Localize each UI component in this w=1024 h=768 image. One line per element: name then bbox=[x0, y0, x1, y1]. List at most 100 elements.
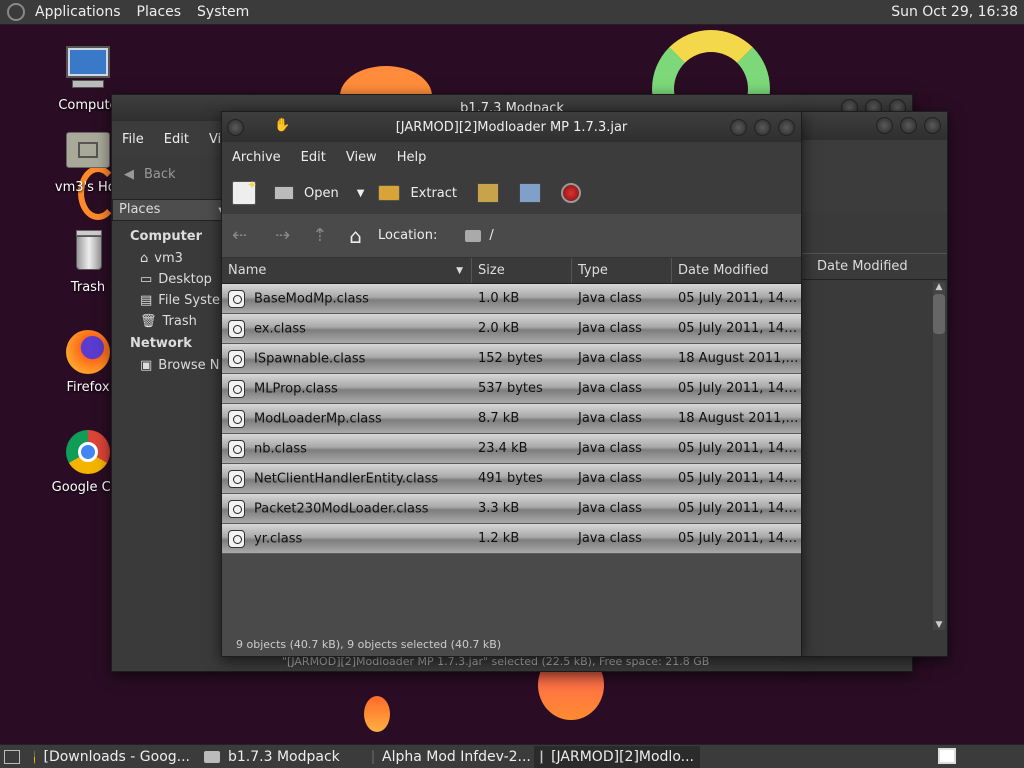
java-class-file-icon bbox=[228, 469, 245, 488]
task-jarmod[interactable]: [JARMOD][2]Modlo... bbox=[534, 745, 700, 768]
up-arrow-icon[interactable]: ⇡ bbox=[312, 225, 327, 246]
file-row[interactable]: BaseModMp.class 1.0 kB Java class 05 July 2… bbox=[222, 284, 801, 314]
java-class-file-icon bbox=[228, 289, 245, 308]
distro-logo-icon[interactable] bbox=[7, 3, 25, 21]
workspace-switcher[interactable] bbox=[938, 748, 956, 764]
scrollbar-thumb[interactable] bbox=[933, 294, 945, 334]
back-arrow-icon: ◀ bbox=[124, 166, 134, 182]
menu-view[interactable]: View bbox=[336, 150, 387, 165]
file-size-cell: 23.4 kB bbox=[478, 441, 528, 456]
minimize-button[interactable] bbox=[730, 119, 747, 136]
file-size-cell: 491 bytes bbox=[478, 471, 543, 486]
home-folder-icon bbox=[64, 128, 112, 176]
file-row[interactable]: yr.class 1.2 kB Java class 05 July 2011, 14… bbox=[222, 524, 801, 554]
sidebar-item-browse-network[interactable]: ▣ Browse N bbox=[112, 355, 222, 376]
home-icon[interactable]: ⌂ bbox=[349, 224, 362, 248]
menu-edit[interactable]: Edit bbox=[154, 132, 199, 147]
add-files-icon[interactable] bbox=[477, 183, 499, 203]
file-date-cell: 05 July 2011, 14:32 bbox=[678, 441, 801, 456]
places-dropdown[interactable]: Places ▼ bbox=[112, 199, 226, 221]
sidebar-item-desktop[interactable]: ▭ Desktop bbox=[112, 269, 222, 290]
file-name-cell: ex.class bbox=[222, 319, 472, 338]
column-header-date[interactable]: Date Modified bbox=[672, 258, 801, 283]
file-row[interactable]: ModLoaderMp.class 8.7 kB Java class 18 Augu… bbox=[222, 404, 801, 434]
location-path[interactable]: / bbox=[489, 228, 493, 243]
new-archive-button[interactable]: ✦ bbox=[232, 178, 257, 205]
file-row[interactable]: nb.class 23.4 kB Java class 05 July 2011, 1… bbox=[222, 434, 801, 464]
java-class-file-icon bbox=[228, 409, 245, 428]
sidebar-item-trash[interactable]: 🗑 Trash bbox=[112, 311, 222, 332]
file-name-cell: nb.class bbox=[222, 439, 472, 458]
file-date-cell: 05 July 2011, 14:32 bbox=[678, 381, 801, 396]
archive-icon bbox=[540, 749, 544, 764]
minimize-button[interactable] bbox=[876, 117, 893, 134]
java-class-file-icon bbox=[228, 319, 245, 338]
show-desktop-icon[interactable] bbox=[4, 749, 20, 764]
archive-titlebar[interactable]: ✋ [JARMOD][2]Modloader MP 1.7.3.jar bbox=[222, 112, 801, 142]
column-header-name[interactable]: Name ▼ bbox=[222, 258, 472, 283]
scrollbar-up-arrow-icon[interactable]: ▲ bbox=[933, 282, 945, 292]
clock[interactable]: Sun Oct 29, 16:38 bbox=[891, 4, 1018, 20]
sidebar-item-filesystem[interactable]: ▤ File Syster bbox=[112, 290, 225, 311]
stop-icon[interactable] bbox=[561, 183, 581, 203]
file-type-cell: Java class bbox=[578, 351, 642, 366]
archive-background-titlebar[interactable] bbox=[801, 112, 947, 140]
home-icon: ⌂ bbox=[140, 251, 149, 266]
menu-system[interactable]: System bbox=[189, 4, 257, 20]
file-row[interactable]: Packet230ModLoader.class 3.3 kB Java class… bbox=[222, 494, 801, 524]
file-size-cell: 1.0 kB bbox=[478, 291, 520, 306]
computer-icon bbox=[64, 46, 112, 94]
sidebar-header-network: Network bbox=[130, 336, 192, 351]
menu-file[interactable]: File bbox=[112, 132, 154, 147]
back-arrow-icon[interactable]: ⇠ bbox=[232, 225, 247, 246]
task-modpack[interactable]: b1.7.3 Modpack bbox=[198, 746, 364, 768]
file-row[interactable]: ISpawnable.class 152 bytes Java class 18 Au… bbox=[222, 344, 801, 374]
location-label: Location: bbox=[377, 228, 438, 243]
menu-archive[interactable]: Archive bbox=[222, 150, 291, 165]
archive-window-background[interactable]: Date Modified ▲ ▼ bbox=[800, 111, 948, 657]
desktop-icon: ▭ bbox=[140, 272, 153, 287]
trash-icon bbox=[64, 228, 112, 276]
file-row[interactable]: MLProp.class 537 bytes Java class 05 July 2… bbox=[222, 374, 801, 404]
file-row[interactable]: ex.class 2.0 kB Java class 05 July 2011, 14… bbox=[222, 314, 801, 344]
scrollbar[interactable]: ▲ ▼ bbox=[933, 282, 945, 630]
file-date-cell: 05 July 2011, 14:32 bbox=[678, 471, 801, 486]
menu-help[interactable]: Help bbox=[387, 150, 437, 165]
maximize-button[interactable] bbox=[900, 117, 917, 134]
java-class-file-icon bbox=[228, 379, 245, 398]
column-header-type[interactable]: Type bbox=[572, 258, 672, 283]
forward-arrow-icon[interactable]: ⇢ bbox=[275, 225, 290, 246]
file-size-cell: 3.3 kB bbox=[478, 501, 520, 516]
column-header-size[interactable]: Size bbox=[472, 258, 572, 283]
add-folder-icon[interactable] bbox=[519, 183, 541, 203]
open-dropdown-arrow-icon[interactable]: ▼ bbox=[357, 188, 365, 199]
close-button[interactable] bbox=[778, 119, 795, 136]
task-downloads[interactable]: [Downloads - Goog... bbox=[28, 746, 196, 768]
bg-orange-drop bbox=[364, 696, 390, 732]
file-row[interactable]: NetClientHandlerEntity.class 491 bytes Jav… bbox=[222, 464, 801, 494]
menu-applications[interactable]: Applications bbox=[27, 4, 129, 20]
file-type-cell: Java class bbox=[578, 471, 642, 486]
menu-edit[interactable]: Edit bbox=[291, 150, 336, 165]
file-date-cell: 05 July 2011, 14:32 bbox=[678, 501, 801, 516]
sidebar-item-vm3[interactable]: ⌂ vm3 bbox=[112, 248, 222, 269]
task-alpha-mod[interactable]: Alpha Mod Infdev-2... bbox=[366, 746, 532, 768]
maximize-button[interactable] bbox=[754, 119, 771, 136]
archive-icon bbox=[372, 749, 374, 764]
file-type-cell: Java class bbox=[578, 501, 642, 516]
close-button[interactable] bbox=[924, 117, 941, 134]
back-button[interactable]: Back bbox=[144, 167, 176, 182]
file-size-cell: 2.0 kB bbox=[478, 321, 520, 336]
scrollbar-down-arrow-icon[interactable]: ▼ bbox=[933, 620, 945, 630]
archive-manager-window[interactable]: ✋ [JARMOD][2]Modloader MP 1.7.3.jar Arch… bbox=[221, 111, 802, 657]
extract-button[interactable]: Extract bbox=[378, 185, 457, 201]
file-name-cell: BaseModMp.class bbox=[222, 289, 472, 308]
java-class-file-icon bbox=[228, 439, 245, 458]
file-date-cell: 18 August 2011, 0... bbox=[678, 351, 801, 366]
column-header-date-modified[interactable]: Date Modified bbox=[801, 254, 947, 280]
open-button[interactable]: Open bbox=[274, 186, 339, 201]
window-title: [JARMOD][2]Modloader MP 1.7.3.jar bbox=[395, 119, 628, 135]
window-menu-button[interactable] bbox=[227, 119, 244, 136]
menu-places[interactable]: Places bbox=[129, 4, 190, 20]
archive-background-location bbox=[801, 212, 947, 254]
